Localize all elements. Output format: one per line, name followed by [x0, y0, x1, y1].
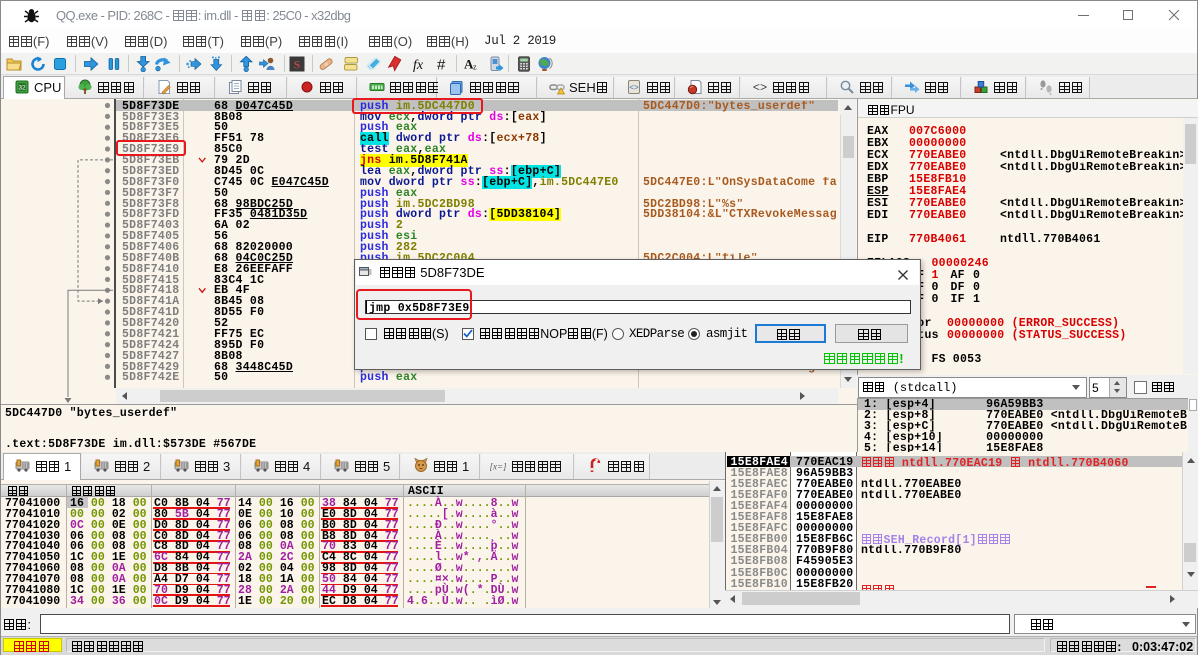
svg-text:S: S	[294, 57, 301, 71]
svg-text:#: #	[437, 56, 446, 72]
svg-text:<>: <>	[753, 81, 767, 95]
svg-text:32: 32	[18, 85, 26, 92]
svg-text:<>: <>	[629, 84, 639, 93]
svg-text:z: z	[473, 62, 477, 71]
svg-text:fx: fx	[413, 58, 424, 72]
svg-text:[x=]: [x=]	[489, 462, 507, 472]
